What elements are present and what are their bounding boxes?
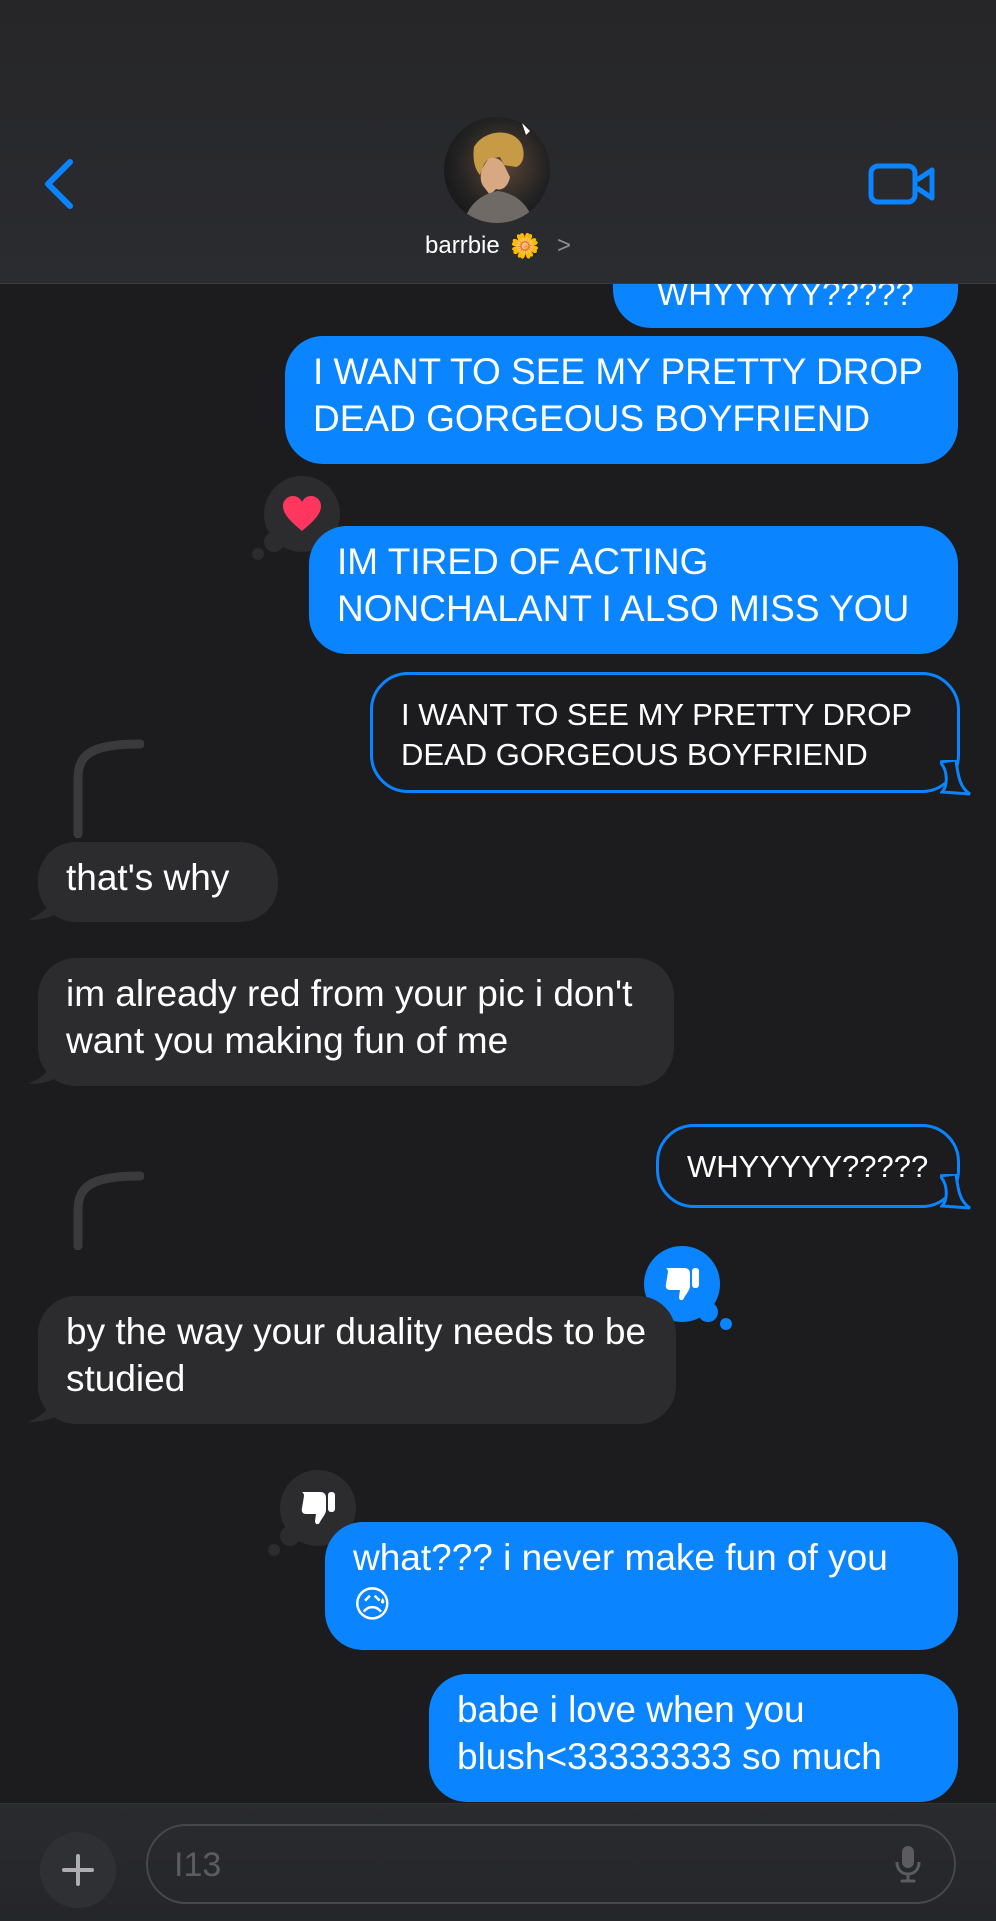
tapback-dot	[720, 1318, 732, 1330]
message-bubble[interactable]: I WANT TO SEE MY PRETTY DROP DEAD GORGEO…	[285, 336, 958, 464]
avatar-portrait	[464, 123, 534, 223]
crying-emoji: 😥	[353, 1584, 392, 1625]
bubble-tail	[28, 1392, 56, 1422]
message-bubble[interactable]: what??? i never make fun of you 😥	[325, 1522, 958, 1650]
chevron-right-icon: >	[556, 232, 571, 259]
message-bubble[interactable]: IM TIRED OF ACTING NONCHALANT I ALSO MIS…	[309, 526, 958, 654]
tapback-dot	[252, 548, 264, 560]
avatar[interactable]	[444, 117, 550, 223]
bubble-tail	[28, 1054, 56, 1084]
video-camera-icon	[868, 163, 935, 205]
tapback-dot	[698, 1302, 718, 1322]
flower-emoji: 🌼	[510, 233, 541, 261]
back-chevron-icon	[45, 159, 73, 209]
thumbs-down-icon	[301, 1492, 335, 1525]
message-input[interactable]: I13	[146, 1824, 956, 1904]
plus-icon	[62, 1854, 94, 1886]
reply-connector	[73, 739, 144, 838]
bubble-tail	[940, 1174, 971, 1210]
thumbs-down-icon	[665, 1268, 699, 1301]
reply-connector	[73, 1171, 144, 1250]
contact-name: barrbie	[425, 232, 500, 259]
message-bubble[interactable]: that's why	[38, 842, 278, 922]
heart-icon	[283, 496, 321, 531]
bubble-tail	[28, 890, 56, 920]
message-bubble[interactable]: babe i love when you blush<33333333 so m…	[429, 1674, 958, 1802]
contact-name-row[interactable]: barrbie 🌼 >	[0, 232, 996, 261]
message-bubble[interactable]: by the way your duality needs to be stud…	[38, 1296, 676, 1424]
conversation-header: barrbie 🌼 >	[0, 0, 996, 284]
video-call-button[interactable]	[868, 160, 936, 208]
tapback-dot	[264, 532, 284, 552]
microphone-icon[interactable]	[894, 1844, 922, 1884]
apps-plus-button[interactable]	[40, 1832, 116, 1908]
tapback-dot	[280, 1526, 300, 1546]
quoted-message[interactable]: I WANT TO SEE MY PRETTY DROP DEAD GORGEO…	[370, 672, 960, 793]
message-input-value: I13	[174, 1846, 222, 1884]
back-button[interactable]	[40, 158, 80, 210]
quoted-message[interactable]: WHYYYYY?????	[656, 1124, 960, 1208]
bubble-tail	[940, 760, 971, 796]
message-bubble[interactable]: im already red from your pic i don't wan…	[38, 958, 674, 1086]
tapback-dot	[268, 1544, 280, 1556]
